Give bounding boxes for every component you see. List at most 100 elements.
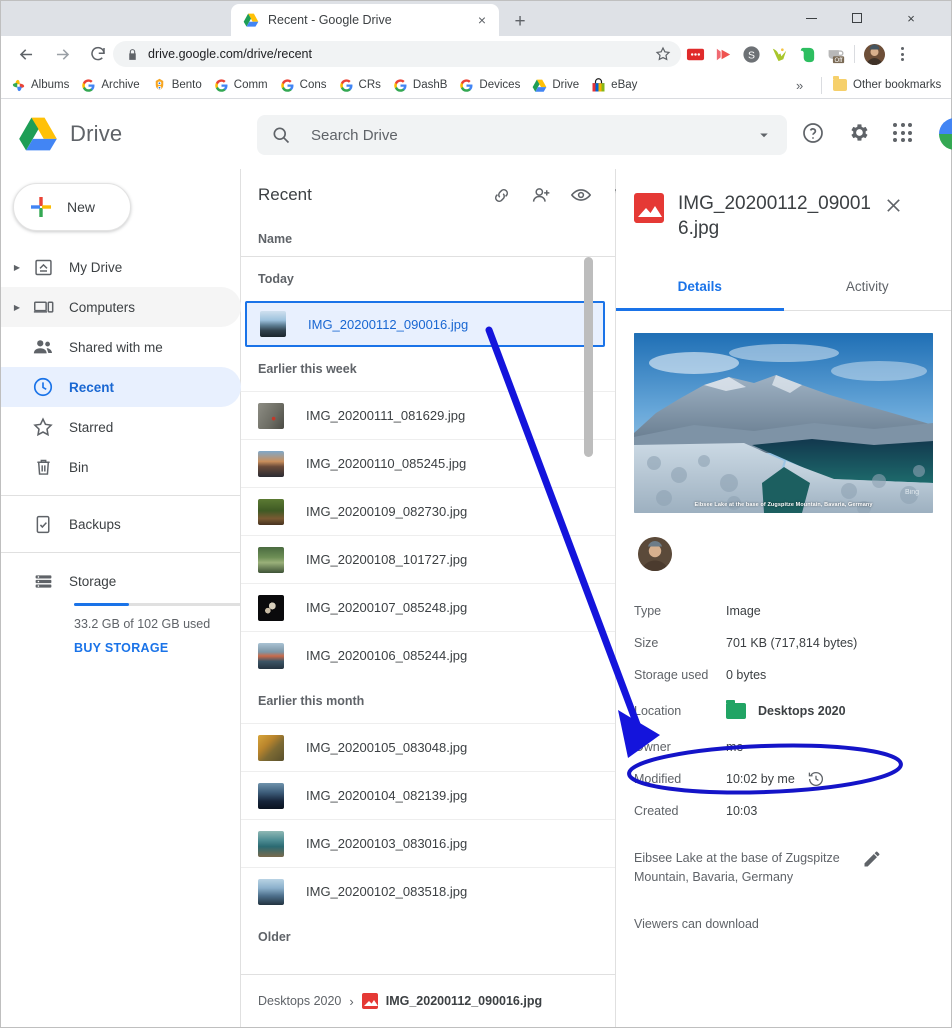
owner-avatar[interactable] (638, 537, 672, 572)
search-placeholder: Search Drive (311, 126, 398, 144)
tab-details[interactable]: Details (616, 263, 784, 312)
settings-gear-icon[interactable] (847, 121, 871, 145)
bookmark-drive[interactable]: Drive (532, 78, 579, 93)
bird-extension-icon[interactable] (770, 45, 789, 64)
group-label-earlier-month: Earlier this month (258, 694, 365, 708)
image-file-icon (634, 193, 664, 223)
breadcrumb-file[interactable]: IMG_20200112_090016.jpg (386, 994, 542, 1008)
bookmark-label: Drive (552, 79, 580, 91)
browser-tab[interactable]: Recent - Google Drive × (231, 4, 499, 36)
account-avatar[interactable] (939, 118, 952, 150)
svg-text:S: S (748, 50, 755, 61)
window-close-button[interactable]: × (888, 2, 934, 34)
table-row[interactable]: IMG_20200107_085248.jpg (241, 583, 615, 631)
drive-logo-wrap[interactable]: Drive (18, 116, 122, 152)
shared-people-icon (31, 335, 55, 359)
table-row[interactable]: IMG_20200112_090016.jpg (245, 301, 605, 347)
bookmark-dashb[interactable]: DashB (393, 78, 447, 93)
bookmark-albums[interactable]: Albums (11, 78, 69, 93)
tab-strip: Recent - Google Drive × + × (1, 1, 951, 36)
toolbar-divider (854, 45, 855, 63)
window-maximize-button[interactable] (834, 2, 880, 34)
close-icon[interactable] (883, 195, 907, 219)
tab-activity[interactable]: Activity (784, 263, 952, 310)
file-preview-image[interactable]: Bing Eibsee Lake at the base of Zugspitz… (634, 333, 933, 514)
table-row[interactable]: IMG_20200109_082730.jpg (241, 487, 615, 535)
sidebar-label: Storage (69, 573, 117, 589)
sidebar-divider-1 (1, 495, 241, 496)
chevron-right-icon[interactable]: ▶ (9, 259, 25, 275)
table-row[interactable]: IMG_20200108_101727.jpg (241, 535, 615, 583)
details-header: IMG_20200112_090016.jpg (616, 169, 951, 241)
preview-eye-icon[interactable] (561, 175, 601, 215)
table-row[interactable]: IMG_20200105_083048.jpg (241, 723, 615, 771)
bookmark-devices[interactable]: Devices (459, 78, 520, 93)
table-row[interactable]: IMG_20200103_083016.jpg (241, 819, 615, 867)
pencil-icon[interactable] (862, 849, 882, 869)
forward-button[interactable] (47, 39, 77, 69)
bookmark-crs[interactable]: CRs (339, 78, 381, 93)
sidebar-item-my-drive[interactable]: ▶ My Drive (1, 247, 241, 287)
table-row[interactable]: IMG_20200106_085244.jpg (241, 631, 615, 679)
evernote-extension-icon[interactable] (798, 45, 817, 64)
window-minimize-button[interactable] (788, 2, 834, 34)
file-list-scrollbar[interactable] (584, 257, 593, 457)
bookmark-archive[interactable]: Archive (81, 78, 140, 93)
new-tab-button[interactable]: + (508, 9, 532, 33)
sidebar-item-backups[interactable]: Backups (1, 504, 241, 544)
apps-grid-icon[interactable] (893, 123, 913, 143)
buy-storage-link[interactable]: BUY STORAGE (74, 641, 169, 655)
bookmark-star-icon[interactable] (655, 46, 671, 62)
add-person-icon[interactable] (521, 175, 561, 215)
bookmarks-overflow-icon[interactable]: » (796, 78, 803, 93)
search-input[interactable]: Search Drive (257, 115, 787, 155)
bookmark-ebay[interactable]: eBay (591, 77, 637, 93)
clock-icon (31, 375, 55, 399)
drive-app: Drive Search Drive New ▶ My Drive ▶ Comp… (1, 99, 952, 1027)
lock-icon (126, 48, 139, 61)
sidebar-item-shared-with-me[interactable]: Shared with me (1, 327, 241, 367)
address-bar[interactable]: drive.google.com/drive/recent (113, 41, 681, 67)
sidebar-item-starred[interactable]: Starred (1, 407, 241, 447)
version-history-icon[interactable] (807, 770, 825, 788)
s-circle-extension-icon[interactable]: S (742, 45, 761, 64)
column-header-name[interactable]: Name (241, 221, 615, 257)
profile-avatar[interactable] (864, 43, 885, 65)
sidebar-item-computers[interactable]: ▶ Computers (1, 287, 241, 327)
back-button[interactable] (11, 39, 41, 69)
bookmark-comm[interactable]: Comm (214, 78, 268, 93)
bookmark-label: Bento (171, 79, 202, 91)
chevron-down-icon[interactable] (755, 126, 773, 144)
search-icon (271, 125, 291, 145)
table-row[interactable]: IMG_20200104_082139.jpg (241, 771, 615, 819)
other-bookmarks-button[interactable]: Other bookmarks (833, 76, 941, 91)
sidebar-item-bin[interactable]: Bin (1, 447, 241, 487)
file-thumbnail (258, 402, 284, 429)
browser-menu-icon[interactable] (894, 45, 910, 64)
sidebar-item-storage[interactable]: Storage (1, 561, 241, 601)
red-badge-extension-icon[interactable] (686, 45, 705, 64)
sidebar-label: Backups (69, 516, 121, 532)
location-value[interactable]: Desktops 2020 (758, 704, 846, 718)
bookmark-cons[interactable]: Cons (280, 78, 327, 93)
my-drive-icon (31, 255, 55, 279)
new-button[interactable]: New (13, 183, 131, 231)
sidebar-item-recent[interactable]: Recent (1, 367, 241, 407)
table-row[interactable]: IMG_20200110_085245.jpg (241, 439, 615, 487)
sidebar-label: Starred (69, 419, 114, 435)
bookmark-bento[interactable]: Bento (152, 78, 202, 93)
bookmarks-bar: Albums Archive Bento Comm Cons CRs DashB… (1, 72, 951, 99)
sidebar-label: Shared with me (69, 339, 163, 355)
play-extension-icon[interactable] (714, 45, 733, 64)
help-icon[interactable] (801, 121, 825, 145)
breadcrumb-folder[interactable]: Desktops 2020 (258, 994, 341, 1008)
svg-text:Off: Off (835, 57, 843, 63)
coffee-off-extension-icon[interactable]: Off (826, 45, 845, 64)
tab-close-icon[interactable]: × (473, 11, 491, 29)
table-row[interactable]: IMG_20200102_083518.jpg (241, 867, 615, 915)
reload-button[interactable] (83, 39, 113, 69)
link-icon[interactable] (481, 175, 521, 215)
table-row[interactable]: IMG_20200111_081629.jpg (241, 391, 615, 439)
chevron-right-icon[interactable]: ▶ (9, 299, 25, 315)
group-label-older: Older (258, 930, 291, 944)
